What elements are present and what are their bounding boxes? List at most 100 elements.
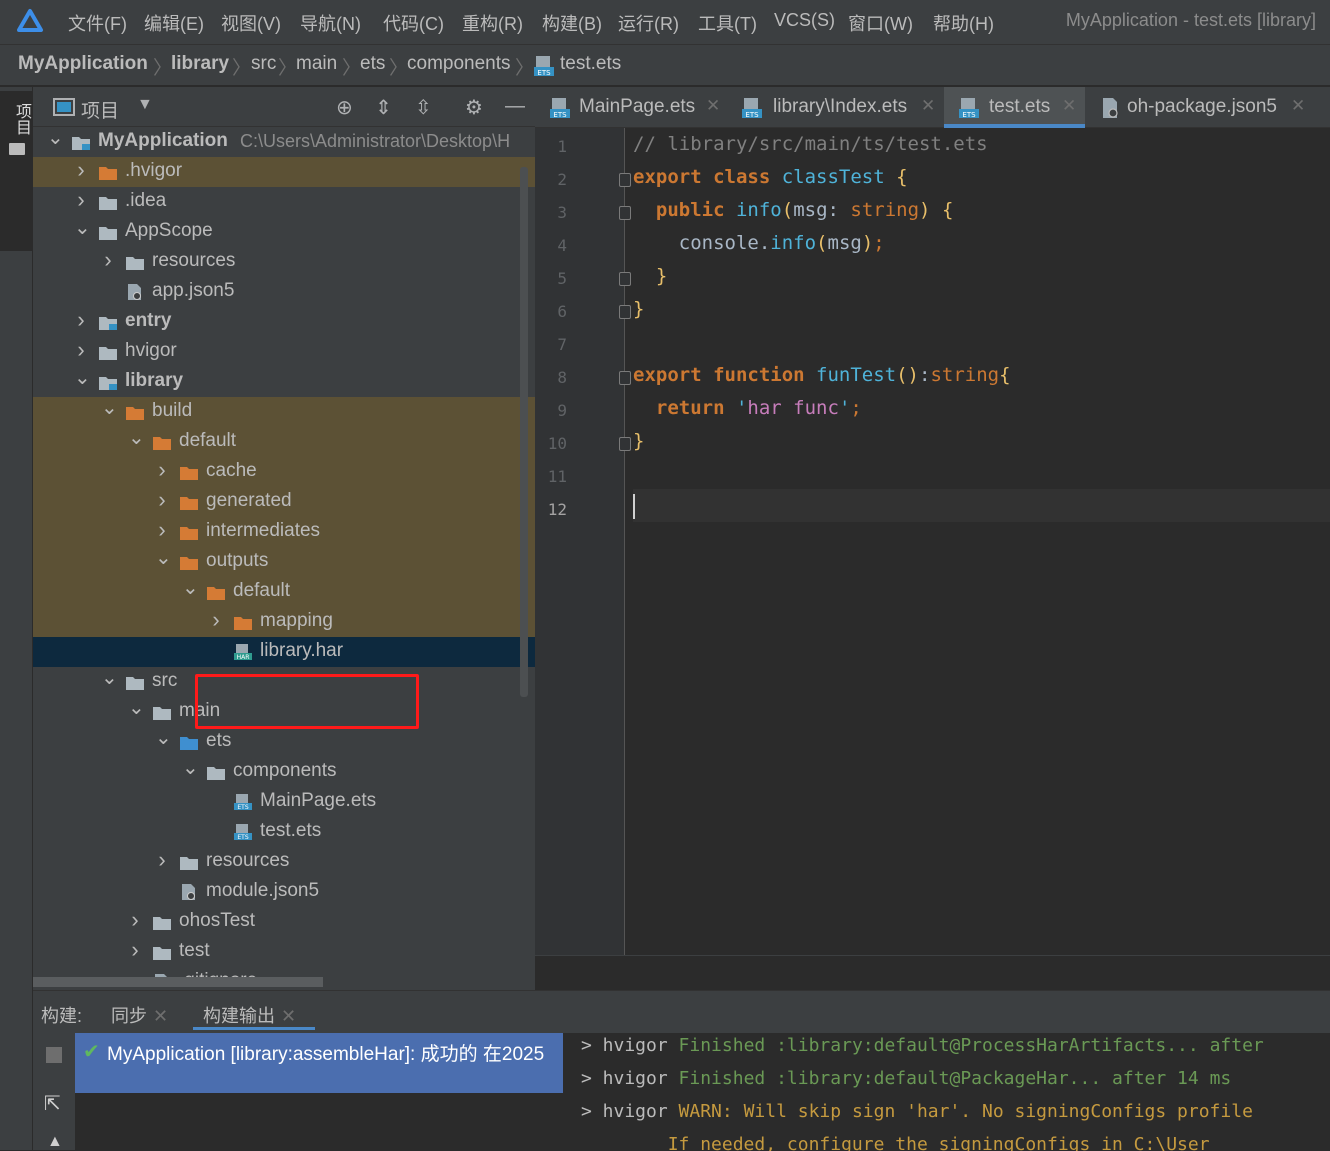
tree-row[interactable]: ⌄ AppScope	[33, 217, 535, 247]
crumb-components[interactable]: components	[407, 53, 511, 75]
tree-row[interactable]: › mapping	[33, 607, 535, 637]
fold-marker-icon[interactable]	[619, 206, 631, 220]
chevron-down-icon[interactable]: ⌄	[47, 127, 64, 150]
crumb-src[interactable]: src	[251, 53, 276, 75]
chevron-down-icon[interactable]: ⌄	[155, 545, 172, 570]
tab-sync[interactable]: 同步 ✕	[111, 1002, 168, 1028]
minimize-icon[interactable]: —	[505, 95, 525, 118]
tree-row[interactable]: module.json5	[33, 877, 535, 907]
crumb-file[interactable]: test.ets	[560, 53, 621, 75]
chevron-down-icon[interactable]: ⌄	[74, 215, 91, 240]
chevron-right-icon[interactable]: ›	[155, 517, 169, 543]
menu-run[interactable]: 运行(R)	[618, 10, 679, 36]
chevron-down-icon[interactable]: ⌄	[182, 575, 199, 600]
build-tree-item[interactable]: ✔ MyApplication [library:assembleHar]: 成…	[75, 1033, 563, 1093]
expand-all-icon[interactable]: ⇕	[375, 95, 392, 120]
fold-marker-icon[interactable]	[619, 437, 631, 451]
tree-row[interactable]: › resources	[33, 847, 535, 877]
tree-row[interactable]: .gitignore	[33, 967, 535, 977]
vertical-scrollbar[interactable]	[520, 167, 528, 697]
horizontal-scrollbar[interactable]	[33, 977, 323, 987]
chevron-down-icon[interactable]: ⌄	[182, 755, 199, 780]
tree-row[interactable]: › .idea	[33, 187, 535, 217]
menu-help[interactable]: 帮助(H)	[933, 10, 994, 36]
menu-file[interactable]: 文件(F)	[68, 10, 127, 36]
chevron-right-icon[interactable]: ›	[74, 337, 88, 363]
tab-library-index[interactable]: ETS library\Index.ets ✕	[729, 87, 944, 128]
tree-row[interactable]: › hvigor	[33, 337, 535, 367]
chevron-down-icon[interactable]: ⌄	[74, 365, 91, 390]
tree-row[interactable]: ⌄ library	[33, 367, 535, 397]
tree-row[interactable]: ⌄ default	[33, 427, 535, 457]
tree-row[interactable]: ⌄ MyApplication C:\Users\Administrator\Des…	[33, 127, 535, 157]
chevron-right-icon[interactable]: ›	[74, 157, 88, 183]
chevron-right-icon[interactable]: ›	[155, 457, 169, 483]
crumb-module[interactable]: library	[171, 53, 229, 75]
stop-icon[interactable]	[46, 1047, 62, 1063]
chevron-right-icon[interactable]: ›	[101, 247, 115, 273]
tree-row[interactable]: › .hvigor	[33, 157, 535, 187]
menu-navigate[interactable]: 导航(N)	[300, 10, 361, 36]
chevron-right-icon[interactable]: ›	[128, 937, 142, 963]
menu-view[interactable]: 视图(V)	[221, 10, 281, 36]
tree-row[interactable]: ⌄ components	[33, 757, 535, 787]
tree-row[interactable]: app.json5	[33, 277, 535, 307]
menu-build[interactable]: 构建(B)	[542, 10, 602, 36]
build-output-console[interactable]: > hvigor Finished :library:default@Proce…	[563, 1033, 1330, 1151]
menu-tools[interactable]: 工具(T)	[698, 10, 757, 36]
chevron-right-icon[interactable]: ›	[155, 847, 169, 873]
collapse-all-icon[interactable]: ⇳	[415, 95, 432, 120]
chevron-right-icon[interactable]: ›	[128, 907, 142, 933]
code-content[interactable]: // library/src/main/ts/test.ets export c…	[633, 128, 1330, 955]
chevron-right-icon[interactable]: ›	[155, 487, 169, 513]
tree-row[interactable]: ⌄ ets	[33, 727, 535, 757]
tree-row[interactable]: ⌄ outputs	[33, 547, 535, 577]
close-icon[interactable]: ✕	[921, 96, 935, 116]
crumb-main[interactable]: main	[296, 53, 337, 75]
open-external-icon[interactable]: ⇱	[44, 1091, 61, 1116]
tab-oh-package[interactable]: oh-package.json5 ✕	[1085, 87, 1330, 128]
chevron-up-icon[interactable]: ▲	[47, 1133, 63, 1151]
menu-refactor[interactable]: 重构(R)	[462, 10, 523, 36]
close-icon[interactable]: ✕	[1062, 96, 1076, 116]
chevron-right-icon[interactable]: ›	[74, 187, 88, 213]
tree-row[interactable]: › ohosTest	[33, 907, 535, 937]
tree-row[interactable]: HAR library.har	[33, 637, 535, 667]
fold-marker-icon[interactable]	[619, 371, 631, 385]
menu-edit[interactable]: 编辑(E)	[144, 10, 204, 36]
chevron-down-icon[interactable]: ⌄	[128, 695, 145, 720]
tree-row[interactable]: ⌄ default	[33, 577, 535, 607]
tree-row[interactable]: › cache	[33, 457, 535, 487]
fold-marker-icon[interactable]	[619, 173, 631, 187]
tree-row[interactable]: › entry	[33, 307, 535, 337]
chevron-down-icon[interactable]: ⌄	[101, 395, 118, 420]
fold-marker-icon[interactable]	[619, 305, 631, 319]
tree-row[interactable]: › test	[33, 937, 535, 967]
project-panel-title[interactable]: 项目	[81, 96, 119, 123]
tab-build-output[interactable]: 构建输出 ✕	[203, 1002, 296, 1028]
menu-window[interactable]: 窗口(W)	[848, 10, 913, 36]
crumb-ets[interactable]: ets	[360, 53, 385, 75]
chevron-down-icon[interactable]: ⌄	[101, 665, 118, 690]
chevron-down-icon[interactable]: ⌄	[155, 725, 172, 750]
menu-code[interactable]: 代码(C)	[383, 10, 444, 36]
tree-row[interactable]: › intermediates	[33, 517, 535, 547]
locate-icon[interactable]: ⊕	[336, 95, 353, 120]
tree-row[interactable]: ETS MainPage.ets	[33, 787, 535, 817]
tab-mainpage[interactable]: ETS MainPage.ets ✕	[535, 87, 729, 128]
crumb-project[interactable]: MyApplication	[18, 53, 148, 75]
chevron-down-icon[interactable]: ⌄	[128, 425, 145, 450]
gear-icon[interactable]: ⚙	[465, 95, 483, 120]
chevron-down-icon[interactable]: ▼	[137, 96, 153, 114]
fold-marker-icon[interactable]	[619, 272, 631, 286]
tab-test[interactable]: ETS test.ets ✕	[944, 87, 1085, 128]
close-icon[interactable]: ✕	[1291, 96, 1305, 116]
tree-row[interactable]: ⌄ build	[33, 397, 535, 427]
chevron-right-icon[interactable]: ›	[209, 607, 223, 633]
tree-row[interactable]: › resources	[33, 247, 535, 277]
project-tool-tab[interactable]: 项目	[0, 91, 33, 251]
close-icon[interactable]: ✕	[706, 96, 720, 116]
tree-row[interactable]: ETS test.ets	[33, 817, 535, 847]
close-icon[interactable]: ✕	[281, 1006, 296, 1026]
menu-vcs[interactable]: VCS(S)	[774, 10, 835, 31]
